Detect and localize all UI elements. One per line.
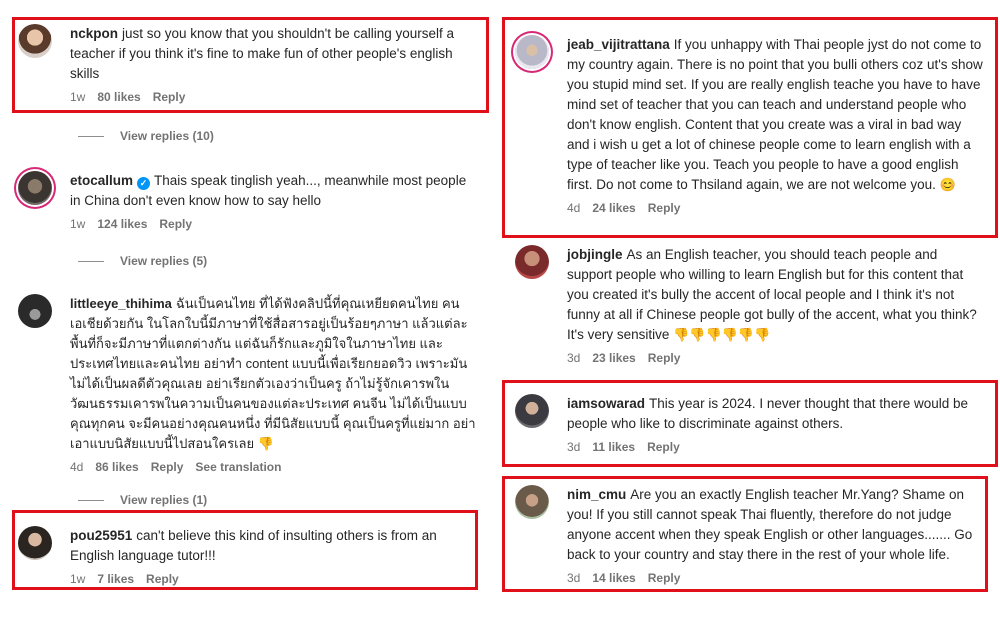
comment-body: As an English teacher, you should teach … (567, 247, 977, 342)
view-replies-button[interactable]: View replies (10) (78, 129, 214, 143)
view-replies-label: View replies (5) (120, 254, 208, 268)
reply-button[interactable]: Reply (648, 571, 681, 585)
comment-text: etocallum ✓ Thais speak tinglish yeah..., … (70, 171, 480, 211)
comment-text: iamsowarad This year is 2024. I never tho… (567, 394, 985, 434)
timestamp: 1w (70, 572, 86, 586)
likes-count[interactable]: 7 likes (97, 572, 134, 586)
comment-meta: 1w 7 likes Reply (70, 572, 480, 586)
reply-button[interactable]: Reply (648, 351, 681, 365)
see-translation-link[interactable]: See translation (195, 460, 281, 474)
likes-count[interactable]: 124 likes (97, 217, 147, 231)
thumbs-down-icon: 👎👎👎👎👎👎 (673, 327, 771, 342)
timestamp: 1w (70, 90, 86, 104)
avatar[interactable] (18, 526, 52, 560)
username[interactable]: iamsowarad (567, 396, 645, 411)
comment-text: nckpon just so you know that you shouldn'… (70, 24, 480, 84)
reply-button[interactable]: Reply (146, 572, 179, 586)
comment-nckpon: nckpon just so you know that you shouldn'… (18, 24, 480, 104)
comment-body: just so you know that you shouldn't be c… (70, 26, 455, 81)
avatar[interactable] (515, 394, 549, 428)
comment-text: nim_cmu Are you an exactly English teache… (567, 485, 985, 565)
reply-button[interactable]: Reply (648, 201, 681, 215)
comment-meta: 3d 11 likes Reply (567, 440, 985, 454)
avatar[interactable] (515, 485, 549, 519)
username[interactable]: pou25951 (70, 528, 132, 543)
likes-count[interactable]: 80 likes (97, 90, 140, 104)
comment-text: pou25951 can't believe this kind of insul… (70, 526, 480, 566)
avatar[interactable] (515, 245, 549, 279)
comment-meta: 1w 80 likes Reply (70, 90, 480, 104)
comment-text: jobjingle As an English teacher, you shou… (567, 245, 985, 345)
comment-text: littleeye_thihima ฉันเป็นคนไทย ที่ได้ฟังค… (70, 294, 480, 454)
thumbs-down-icon: 👎 (257, 436, 274, 451)
username[interactable]: littleeye_thihima (70, 296, 172, 311)
comment-body: ฉันเป็นคนไทย ที่ได้ฟังคลิปนี้ที่คุณเหยีย… (70, 296, 476, 451)
comment-nim-cmu: nim_cmu Are you an exactly English teache… (515, 485, 985, 585)
divider (78, 260, 104, 262)
comment-meta: 1w 124 likes Reply (70, 217, 480, 231)
timestamp: 3d (567, 571, 581, 585)
reply-button[interactable]: Reply (647, 440, 680, 454)
timestamp: 4d (567, 201, 581, 215)
reply-button[interactable]: Reply (151, 460, 184, 474)
username[interactable]: jobjingle (567, 247, 623, 262)
likes-count[interactable]: 23 likes (592, 351, 635, 365)
comment-jeab-vijitrattana: jeab_vijitrattana If you unhappy with Tha… (515, 35, 985, 215)
comment-jobjingle: jobjingle As an English teacher, you shou… (515, 245, 985, 365)
username[interactable]: nim_cmu (567, 487, 626, 502)
reply-button[interactable]: Reply (159, 217, 192, 231)
timestamp: 3d (567, 440, 581, 454)
timestamp: 1w (70, 217, 86, 231)
comment-body: If you unhappy with Thai people jyst do … (567, 37, 983, 192)
avatar[interactable] (18, 171, 52, 205)
comment-meta: 4d 24 likes Reply (567, 201, 985, 215)
comment-meta: 3d 14 likes Reply (567, 571, 985, 585)
view-replies-button[interactable]: View replies (1) (78, 493, 207, 507)
avatar[interactable] (18, 24, 52, 58)
comment-meta: 4d 86 likes Reply See translation (70, 460, 480, 474)
comment-text: jeab_vijitrattana If you unhappy with Tha… (567, 35, 985, 195)
view-replies-label: View replies (1) (120, 493, 208, 507)
likes-count[interactable]: 11 likes (592, 440, 635, 454)
view-replies-label: View replies (10) (120, 129, 214, 143)
username[interactable]: etocallum (70, 173, 133, 188)
comment-littleeye-thihima: littleeye_thihima ฉันเป็นคนไทย ที่ได้ฟังค… (18, 294, 480, 474)
avatar[interactable] (18, 294, 52, 328)
comment-pou25951: pou25951 can't believe this kind of insul… (18, 526, 480, 586)
username[interactable]: nckpon (70, 26, 118, 41)
likes-count[interactable]: 24 likes (592, 201, 635, 215)
avatar[interactable] (515, 35, 549, 69)
timestamp: 3d (567, 351, 581, 365)
comment-body: Are you an exactly English teacher Mr.Ya… (567, 487, 973, 562)
divider (78, 499, 104, 501)
likes-count[interactable]: 86 likes (95, 460, 138, 474)
username[interactable]: jeab_vijitrattana (567, 37, 670, 52)
comment-iamsowarad: iamsowarad This year is 2024. I never tho… (515, 394, 985, 454)
divider (78, 135, 104, 137)
verified-badge-icon: ✓ (137, 177, 151, 190)
view-replies-button[interactable]: View replies (5) (78, 254, 207, 268)
comment-meta: 3d 23 likes Reply (567, 351, 985, 365)
reply-button[interactable]: Reply (153, 90, 186, 104)
timestamp: 4d (70, 460, 84, 474)
smile-icon: 😊 (939, 177, 956, 192)
likes-count[interactable]: 14 likes (592, 571, 635, 585)
comment-etocallum: etocallum ✓ Thais speak tinglish yeah..., … (18, 171, 480, 231)
